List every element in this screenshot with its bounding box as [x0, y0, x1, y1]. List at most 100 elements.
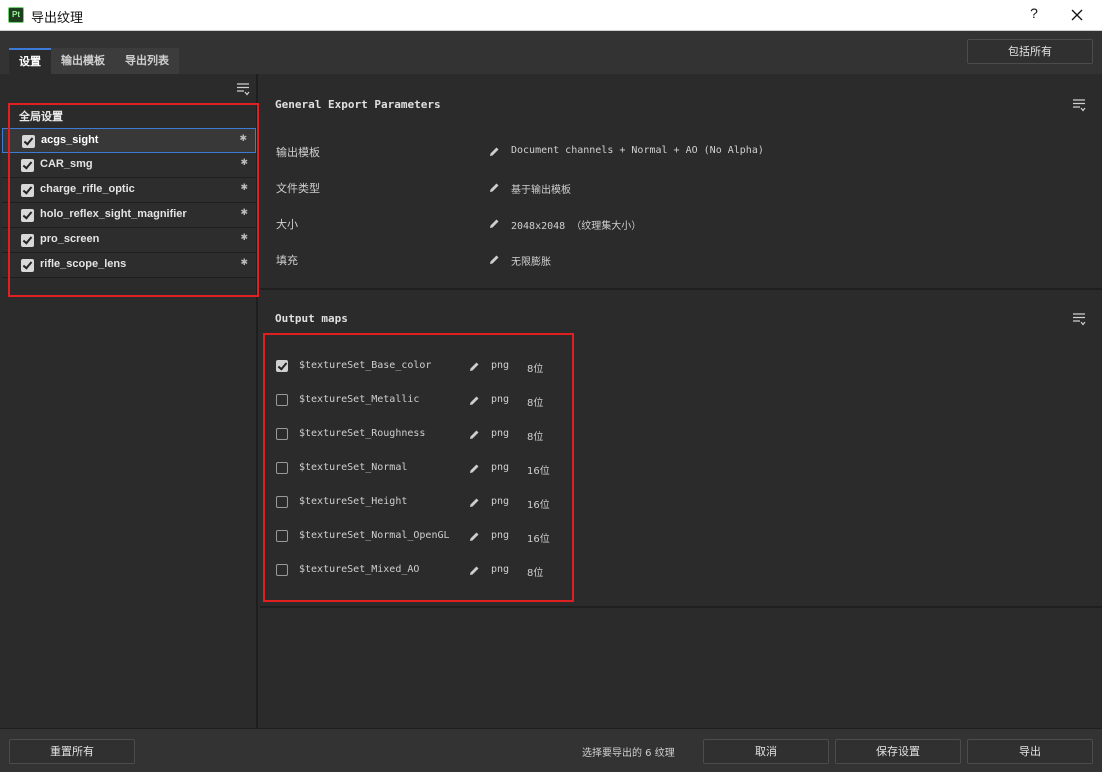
output-map-bit-depth[interactable]: 8位: [527, 428, 543, 443]
top-strip: 设置 输出模板 导出列表 包括所有: [0, 31, 1102, 74]
texture-set-row[interactable]: CAR_smg ✱: [2, 153, 256, 178]
texture-set-name: acgs_sight: [41, 134, 99, 146]
size-value[interactable]: 2048x2048 （纹理集大小）: [511, 217, 641, 232]
output-map-row: $textureSet_Metallic png 8位: [276, 393, 576, 413]
file-type-value[interactable]: 基于输出模板: [511, 181, 571, 196]
output-map-format[interactable]: png: [491, 530, 509, 541]
output-map-format[interactable]: png: [491, 394, 509, 405]
size-label: 大小: [276, 218, 298, 231]
texture-set-name: rifle_scope_lens: [40, 258, 127, 270]
texture-set-list: acgs_sight ✱ CAR_smg ✱ charge_rifle_opti…: [2, 128, 256, 278]
general-export-parameters-title: General Export Parameters: [275, 98, 441, 111]
tab-settings[interactable]: 设置: [9, 48, 51, 74]
texture-set-checkbox[interactable]: [21, 184, 34, 197]
output-map-checkbox[interactable]: [276, 530, 288, 542]
output-map-name: $textureSet_Base_color: [299, 360, 432, 371]
padding-label: 填充: [276, 254, 298, 267]
painter-app-icon: Pt: [8, 7, 24, 23]
asterisk-icon: ✱: [239, 134, 247, 144]
texture-set-row[interactable]: pro_screen ✱: [2, 228, 256, 253]
output-map-format[interactable]: png: [491, 360, 509, 371]
texture-set-checkbox[interactable]: [21, 159, 34, 172]
reset-all-button[interactable]: 重置所有: [9, 739, 135, 764]
output-map-bit-depth[interactable]: 16位: [527, 530, 550, 545]
title-bar: Pt 导出纹理 ?: [0, 0, 1102, 31]
padding-value[interactable]: 无限膨胀: [511, 253, 551, 268]
texture-set-checkbox[interactable]: [21, 259, 34, 272]
output-map-bit-depth[interactable]: 16位: [527, 462, 550, 477]
tab-export-list[interactable]: 导出列表: [115, 48, 179, 74]
pencil-icon[interactable]: [469, 497, 480, 508]
export-parameters-panel: General Export Parameters 输出模板 Document …: [260, 74, 1102, 728]
pencil-icon[interactable]: [469, 429, 480, 440]
output-map-checkbox[interactable]: [276, 394, 288, 406]
output-map-checkbox[interactable]: [276, 428, 288, 440]
asterisk-icon: ✱: [240, 208, 248, 218]
window-title: 导出纹理: [31, 11, 84, 26]
output-map-bit-depth[interactable]: 8位: [527, 394, 543, 409]
asterisk-icon: ✱: [240, 183, 248, 193]
list-menu-icon[interactable]: [1072, 98, 1086, 112]
output-map-bit-depth[interactable]: 16位: [527, 496, 550, 511]
output-map-row: $textureSet_Normal_OpenGL png 16位: [276, 529, 576, 549]
pencil-icon[interactable]: [469, 463, 480, 474]
output-map-name: $textureSet_Metallic: [299, 394, 420, 405]
texture-set-name: pro_screen: [40, 233, 100, 245]
close-icon: [1071, 9, 1083, 21]
export-button[interactable]: 导出: [967, 739, 1093, 764]
pencil-icon[interactable]: [469, 565, 480, 576]
export-status-text: 选择要导出的 6 纹理: [582, 748, 675, 759]
texture-set-row[interactable]: charge_rifle_optic ✱: [2, 178, 256, 203]
output-map-format[interactable]: png: [491, 428, 509, 439]
texture-set-name: holo_reflex_sight_magnifier: [40, 208, 187, 220]
output-map-checkbox[interactable]: [276, 360, 288, 372]
output-map-format[interactable]: png: [491, 564, 509, 575]
asterisk-icon: ✱: [240, 158, 248, 168]
output-map-name: $textureSet_Normal: [299, 462, 408, 473]
output-map-row: $textureSet_Roughness png 8位: [276, 427, 576, 447]
texture-set-row[interactable]: holo_reflex_sight_magnifier ✱: [2, 203, 256, 228]
texture-set-checkbox[interactable]: [21, 234, 34, 247]
tab-output-templates[interactable]: 输出模板: [51, 48, 115, 74]
section-divider: [260, 606, 1102, 608]
output-map-row: $textureSet_Base_color png 8位: [276, 359, 576, 379]
output-map-checkbox[interactable]: [276, 462, 288, 474]
output-map-row: $textureSet_Height png 16位: [276, 495, 576, 515]
save-settings-button[interactable]: 保存设置: [835, 739, 961, 764]
pencil-icon[interactable]: [469, 531, 480, 542]
help-button[interactable]: ?: [1026, 5, 1042, 25]
output-maps-title: Output maps: [275, 312, 348, 325]
output-map-bit-depth[interactable]: 8位: [527, 564, 543, 579]
output-map-format[interactable]: png: [491, 496, 509, 507]
output-map-checkbox[interactable]: [276, 564, 288, 576]
output-template-value[interactable]: Document channels + Normal + AO (No Alph…: [511, 145, 764, 156]
asterisk-icon: ✱: [240, 233, 248, 243]
texture-set-row[interactable]: rifle_scope_lens ✱: [2, 253, 256, 278]
cancel-button[interactable]: 取消: [703, 739, 829, 764]
close-button[interactable]: [1066, 4, 1088, 26]
pencil-icon[interactable]: [489, 218, 500, 229]
output-map-name: $textureSet_Height: [299, 496, 408, 507]
pencil-icon[interactable]: [489, 146, 500, 157]
global-settings-label: 全局设置: [19, 110, 63, 123]
output-map-row: $textureSet_Mixed_AO png 8位: [276, 563, 576, 583]
pencil-icon[interactable]: [489, 254, 500, 265]
include-all-button[interactable]: 包括所有: [967, 39, 1093, 64]
texture-set-name: CAR_smg: [40, 158, 93, 170]
texture-set-checkbox[interactable]: [22, 135, 35, 148]
list-menu-icon[interactable]: [236, 82, 250, 96]
list-menu-icon[interactable]: [1072, 312, 1086, 326]
bottom-bar: 重置所有 选择要导出的 6 纹理 取消 保存设置 导出: [0, 728, 1102, 772]
pencil-icon[interactable]: [489, 182, 500, 193]
output-template-label: 输出模板: [276, 146, 320, 159]
output-map-name: $textureSet_Mixed_AO: [299, 564, 420, 575]
pencil-icon[interactable]: [469, 361, 480, 372]
output-map-bit-depth[interactable]: 8位: [527, 360, 543, 375]
output-map-checkbox[interactable]: [276, 496, 288, 508]
output-map-format[interactable]: png: [491, 462, 509, 473]
tab-bar: 设置 输出模板 导出列表: [9, 48, 179, 74]
texture-set-checkbox[interactable]: [21, 209, 34, 222]
texture-set-row[interactable]: acgs_sight ✱: [2, 128, 256, 153]
pencil-icon[interactable]: [469, 395, 480, 406]
file-type-label: 文件类型: [276, 182, 320, 195]
